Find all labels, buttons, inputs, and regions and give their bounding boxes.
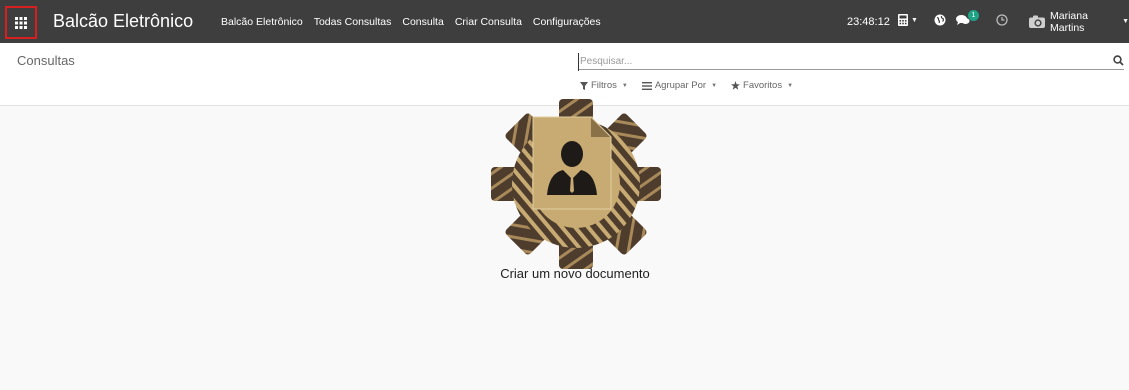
menu-item-todas-consultas[interactable]: Todas Consultas [314, 16, 392, 28]
empty-state-gear-illustration [491, 99, 661, 269]
chevron-down-icon: ▼ [787, 82, 794, 89]
control-panel: Consultas Filtros ▼ Agrupar Por ▼ [0, 43, 1129, 106]
search-icon[interactable] [1113, 53, 1124, 71]
groupby-dropdown[interactable]: Agrupar Por ▼ [641, 80, 718, 91]
main-menu: Balcão Eletrônico Todas Consultas Consul… [221, 0, 612, 43]
clock-display: 23:48:12 [847, 15, 890, 28]
menu-item-balcao-eletronico[interactable]: Balcão Eletrônico [221, 16, 303, 28]
activities-button[interactable] [996, 14, 1008, 26]
camera-avatar-icon [1029, 15, 1045, 29]
search-bar [578, 51, 1124, 71]
globe-button[interactable] [934, 14, 946, 26]
filters-label: Filtros [591, 80, 617, 91]
search-options: Filtros ▼ Agrupar Por ▼ Favoritos ▼ [580, 80, 807, 91]
apps-grid-icon [15, 16, 27, 29]
app-brand-title[interactable]: Balcão Eletrônico [53, 0, 193, 43]
globe-icon [934, 14, 946, 26]
empty-state-message[interactable]: Criar um novo documento [0, 266, 1129, 281]
filter-icon [580, 81, 588, 90]
menu-item-configuracoes[interactable]: Configurações [533, 16, 601, 28]
messages-button[interactable]: 1 [956, 10, 979, 26]
list-icon [641, 81, 652, 90]
star-icon [731, 81, 741, 90]
apps-menu-button[interactable] [5, 6, 37, 39]
chevron-down-icon: ▼ [911, 16, 918, 24]
search-input[interactable] [578, 52, 1098, 71]
chevron-down-icon: ▼ [711, 82, 718, 89]
main-navbar: Balcão Eletrônico Balcão Eletrônico Toda… [0, 0, 1129, 43]
favorites-label: Favoritos [743, 80, 783, 91]
filters-dropdown[interactable]: Filtros ▼ [580, 80, 628, 91]
messages-badge: 1 [968, 10, 979, 21]
menu-item-criar-consulta[interactable]: Criar Consulta [455, 16, 522, 28]
favorites-dropdown[interactable]: Favoritos ▼ [731, 80, 793, 91]
clock-icon [996, 14, 1008, 26]
calculator-icon [898, 14, 908, 26]
chevron-down-icon: ▼ [1122, 18, 1129, 25]
user-menu[interactable]: Mariana Martins ▼ [1029, 0, 1129, 43]
calculator-dropdown[interactable]: ▼ [898, 14, 918, 26]
breadcrumb[interactable]: Consultas [17, 53, 75, 68]
menu-item-consulta[interactable]: Consulta [402, 16, 443, 28]
groupby-label: Agrupar Por [654, 80, 707, 91]
chevron-down-icon: ▼ [621, 82, 628, 89]
user-name: Mariana Martins [1050, 9, 1088, 34]
